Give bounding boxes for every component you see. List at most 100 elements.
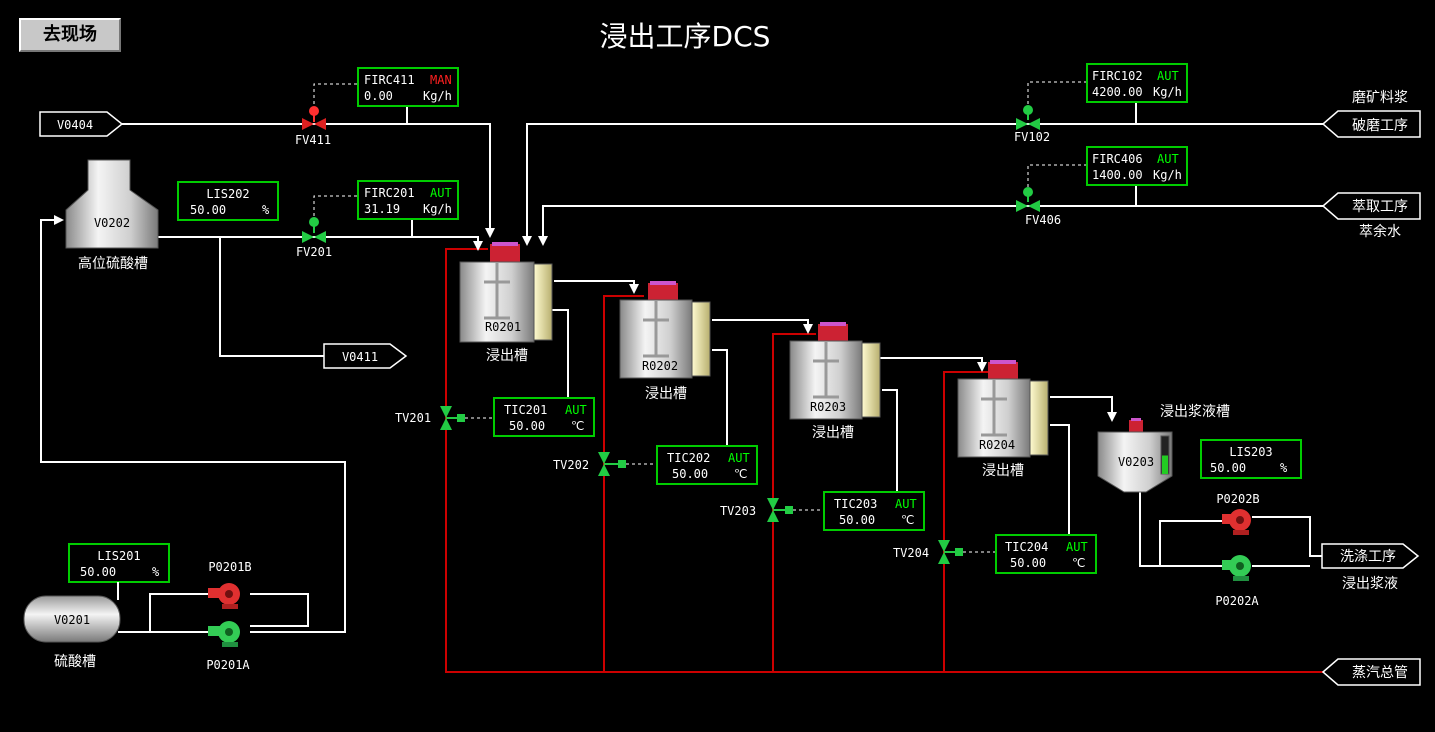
connector-v0411[interactable]: V0411 xyxy=(323,343,408,369)
connector-wash-label: 洗涤工序 xyxy=(1340,549,1396,565)
page-title: 浸出工序DCS xyxy=(600,20,771,53)
reactor-r0201[interactable]: R0201 xyxy=(459,242,553,343)
p0201b-label: P0201B xyxy=(208,560,251,574)
valve-tv203[interactable] xyxy=(767,498,793,522)
valve-fv406[interactable] xyxy=(1016,187,1040,212)
vessel-v0202[interactable]: V0202 xyxy=(65,159,159,249)
v0203-tag: V0203 xyxy=(1118,455,1154,469)
tic202-value: 50.00 xyxy=(672,467,708,481)
tic202-mode: AUT xyxy=(728,451,750,465)
r0204-tag: R0204 xyxy=(979,438,1015,452)
firc201-mode: AUT xyxy=(430,186,452,200)
connector-wash[interactable]: 洗涤工序 xyxy=(1321,543,1420,569)
faceplate-firc411[interactable]: FIRC411 MAN 0.00 Kg/h xyxy=(357,67,459,107)
connector-steam[interactable]: 蒸汽总管 xyxy=(1321,658,1421,686)
extract-note: 萃余水 xyxy=(1359,223,1401,240)
vessel-v0203[interactable]: V0203 xyxy=(1097,418,1173,493)
firc406-value: 1400.00 xyxy=(1092,168,1143,182)
v0201-name: 硫酸槽 xyxy=(54,654,96,670)
tv201-label: TV201 xyxy=(395,411,431,425)
reactor-r0203[interactable]: R0203 xyxy=(789,322,881,420)
wash-note: 浸出浆液 xyxy=(1342,576,1398,592)
tic203-value: 50.00 xyxy=(839,513,875,527)
connector-extract[interactable]: 萃取工序 xyxy=(1321,192,1421,220)
connector-mill[interactable]: 破磨工序 xyxy=(1321,110,1421,138)
p0202a-label: P0202A xyxy=(1215,594,1259,608)
v0201-tag: V0201 xyxy=(54,613,90,627)
p0202b-label: P0202B xyxy=(1216,492,1259,506)
fv102-label: FV102 xyxy=(1014,130,1050,144)
pump-p0202b[interactable] xyxy=(1222,509,1251,535)
tic201-value: 50.00 xyxy=(509,419,545,433)
pump-p0202a[interactable] xyxy=(1222,555,1251,581)
goto-field-button[interactable]: 去现场 xyxy=(19,18,121,52)
fv406-label: FV406 xyxy=(1025,213,1061,227)
faceplate-tic202[interactable]: TIC202 AUT 50.00 ℃ xyxy=(656,445,758,485)
r0201-name: 浸出槽 xyxy=(486,348,528,364)
connector-v0404-label: V0404 xyxy=(57,118,93,132)
lis202-tag: LIS202 xyxy=(206,187,249,201)
valve-tv201[interactable] xyxy=(440,406,465,430)
faceplate-lis201[interactable]: LIS201 50.00 % xyxy=(68,543,170,583)
firc411-tag: FIRC411 xyxy=(364,73,415,87)
tic204-mode: AUT xyxy=(1066,540,1088,554)
lis203-unit: % xyxy=(1280,461,1288,475)
faceplate-firc102[interactable]: FIRC102 AUT 4200.00 Kg/h xyxy=(1086,63,1188,103)
v0203-name: 浸出浆液槽 xyxy=(1160,404,1230,420)
pump-p0201b[interactable] xyxy=(208,583,240,609)
v0202-name: 高位硫酸槽 xyxy=(78,255,148,272)
faceplate-tic201[interactable]: TIC201 AUT 50.00 ℃ xyxy=(493,397,595,437)
v0202-tag: V0202 xyxy=(94,216,130,230)
firc201-value: 31.19 xyxy=(364,202,400,216)
tv204-label: TV204 xyxy=(893,546,929,560)
connector-v0411-label: V0411 xyxy=(342,350,378,364)
valve-tv204[interactable] xyxy=(938,540,963,564)
faceplate-lis202[interactable]: LIS202 50.00 % xyxy=(177,181,279,221)
tv203-label: TV203 xyxy=(720,504,756,518)
firc406-tag: FIRC406 xyxy=(1092,152,1143,166)
faceplate-lis203[interactable]: LIS203 50.00 % xyxy=(1200,439,1302,479)
faceplate-firc201[interactable]: FIRC201 AUT 31.19 Kg/h xyxy=(357,180,459,220)
connector-extract-label: 萃取工序 xyxy=(1352,199,1408,215)
tic201-mode: AUT xyxy=(565,403,587,417)
p0201a-label: P0201A xyxy=(206,658,250,672)
lis203-value: 50.00 xyxy=(1210,461,1246,475)
tic202-unit: ℃ xyxy=(734,467,747,481)
r0203-tag: R0203 xyxy=(810,400,846,414)
tic202-tag: TIC202 xyxy=(667,451,710,465)
r0203-name: 浸出槽 xyxy=(812,425,854,441)
vessel-v0201[interactable]: V0201 xyxy=(23,595,121,643)
tic204-tag: TIC204 xyxy=(1005,540,1048,554)
v0203-level-bar xyxy=(1162,455,1168,474)
firc411-mode: MAN xyxy=(430,73,452,87)
tic203-tag: TIC203 xyxy=(834,497,877,511)
firc201-unit: Kg/h xyxy=(423,202,452,216)
connector-v0404[interactable]: V0404 xyxy=(39,111,124,137)
faceplate-firc406[interactable]: FIRC406 AUT 1400.00 Kg/h xyxy=(1086,146,1188,186)
valve-fv201[interactable] xyxy=(302,217,326,243)
lis202-unit: % xyxy=(262,203,270,217)
lis201-unit: % xyxy=(152,565,160,579)
firc102-tag: FIRC102 xyxy=(1092,69,1143,83)
lis202-value: 50.00 xyxy=(190,203,226,217)
firc102-mode: AUT xyxy=(1157,69,1179,83)
reactor-r0204[interactable]: R0204 xyxy=(957,360,1049,458)
faceplate-tic204[interactable]: TIC204 AUT 50.00 ℃ xyxy=(995,534,1097,574)
valve-fv102[interactable] xyxy=(1016,105,1040,130)
valve-fv411[interactable] xyxy=(302,106,326,130)
lis203-tag: LIS203 xyxy=(1229,445,1272,459)
pump-p0201a[interactable] xyxy=(208,621,240,647)
fv411-label: FV411 xyxy=(295,133,331,147)
firc406-mode: AUT xyxy=(1157,152,1179,166)
firc102-unit: Kg/h xyxy=(1153,85,1182,99)
mill-note: 磨矿料浆 xyxy=(1352,90,1408,106)
faceplate-tic203[interactable]: TIC203 AUT 50.00 ℃ xyxy=(823,491,925,531)
firc102-value: 4200.00 xyxy=(1092,85,1143,99)
valve-tv202[interactable] xyxy=(598,452,626,476)
tic204-unit: ℃ xyxy=(1072,556,1085,570)
r0202-tag: R0202 xyxy=(642,359,678,373)
tv202-label: TV202 xyxy=(553,458,589,472)
firc411-unit: Kg/h xyxy=(423,89,452,103)
r0202-name: 浸出槽 xyxy=(645,386,687,402)
firc201-tag: FIRC201 xyxy=(364,186,415,200)
